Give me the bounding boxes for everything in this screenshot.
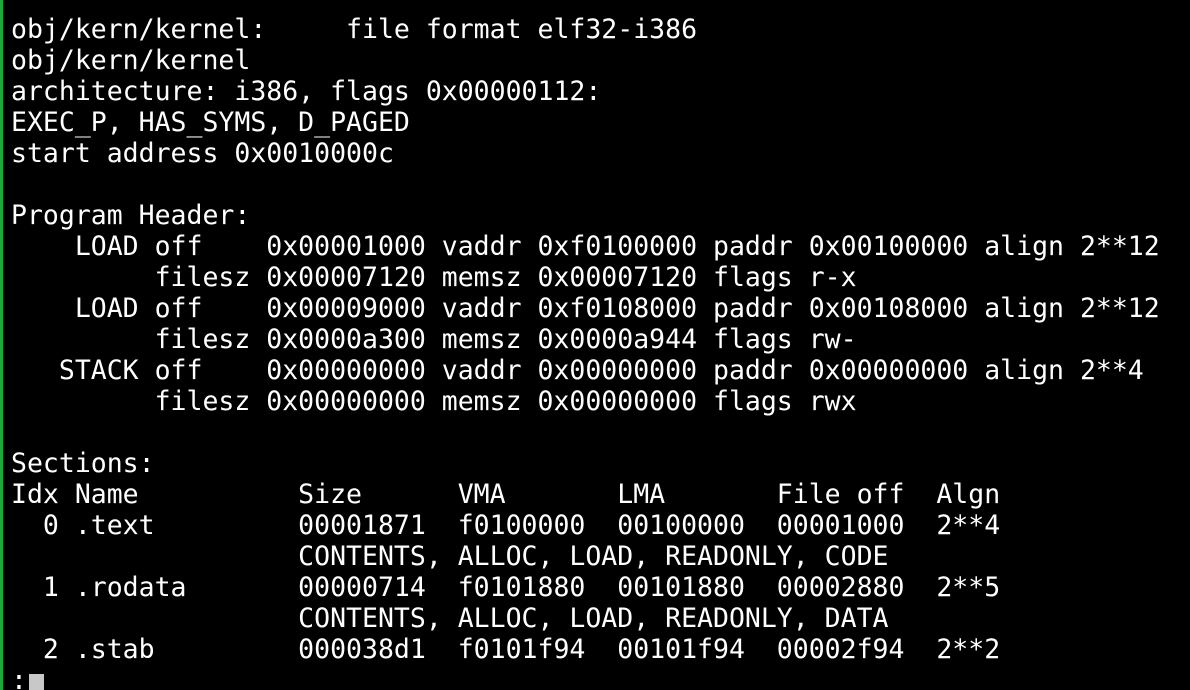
output-line-blank xyxy=(11,169,1190,200)
output-line-program-header-row: LOAD off 0x00001000 vaddr 0xf0100000 pad… xyxy=(11,231,1160,262)
output-line-section-row: 2 .stab 000038d1 f0101f94 00101f94 00002… xyxy=(11,634,1001,665)
output-line-start-address: start address 0x0010000c xyxy=(11,138,394,169)
output-line-program-header-row: LOAD off 0x00009000 vaddr 0xf0108000 pad… xyxy=(11,293,1160,324)
output-line-flags: EXEC_P, HAS_SYMS, D_PAGED xyxy=(11,107,410,138)
output-line-section-row: 1 .rodata 00000714 f0101880 00101880 000… xyxy=(11,572,1001,603)
terminal-output: obj/kern/kernel: file format elf32-i386 … xyxy=(11,14,1190,665)
output-line-sections-title: Sections: xyxy=(11,448,155,479)
output-line-architecture: architecture: i386, flags 0x00000112: xyxy=(11,76,602,107)
output-line-section-flags: CONTENTS, ALLOC, LOAD, READONLY, CODE xyxy=(11,541,889,572)
output-line-program-header-row: STACK off 0x00000000 vaddr 0x00000000 pa… xyxy=(11,355,1144,386)
output-line-filename: obj/kern/kernel xyxy=(11,45,251,76)
output-line-program-header-row: filesz 0x0000a300 memsz 0x0000a944 flags… xyxy=(11,324,857,355)
text-cursor xyxy=(28,674,44,690)
pager-prompt-line[interactable]: : xyxy=(11,665,1190,690)
terminal-window[interactable]: obj/kern/kernel: file format elf32-i386 … xyxy=(0,0,1190,690)
output-line-program-header-row: filesz 0x00000000 memsz 0x00000000 flags… xyxy=(11,386,857,417)
pager-prompt: : xyxy=(11,665,27,690)
output-line-section-flags: CONTENTS, ALLOC, LOAD, READONLY, DATA xyxy=(11,603,889,634)
output-line-file-format: obj/kern/kernel: file format elf32-i386 xyxy=(11,14,698,45)
output-line-program-header-row: filesz 0x00007120 memsz 0x00007120 flags… xyxy=(11,262,857,293)
output-line-program-header-title: Program Header: xyxy=(11,200,251,231)
output-line-sections-header: Idx Name Size VMA LMA File off Algn xyxy=(11,479,1001,510)
output-line-blank xyxy=(11,417,1190,448)
output-line-section-row: 0 .text 00001871 f0100000 00100000 00001… xyxy=(11,510,1001,541)
